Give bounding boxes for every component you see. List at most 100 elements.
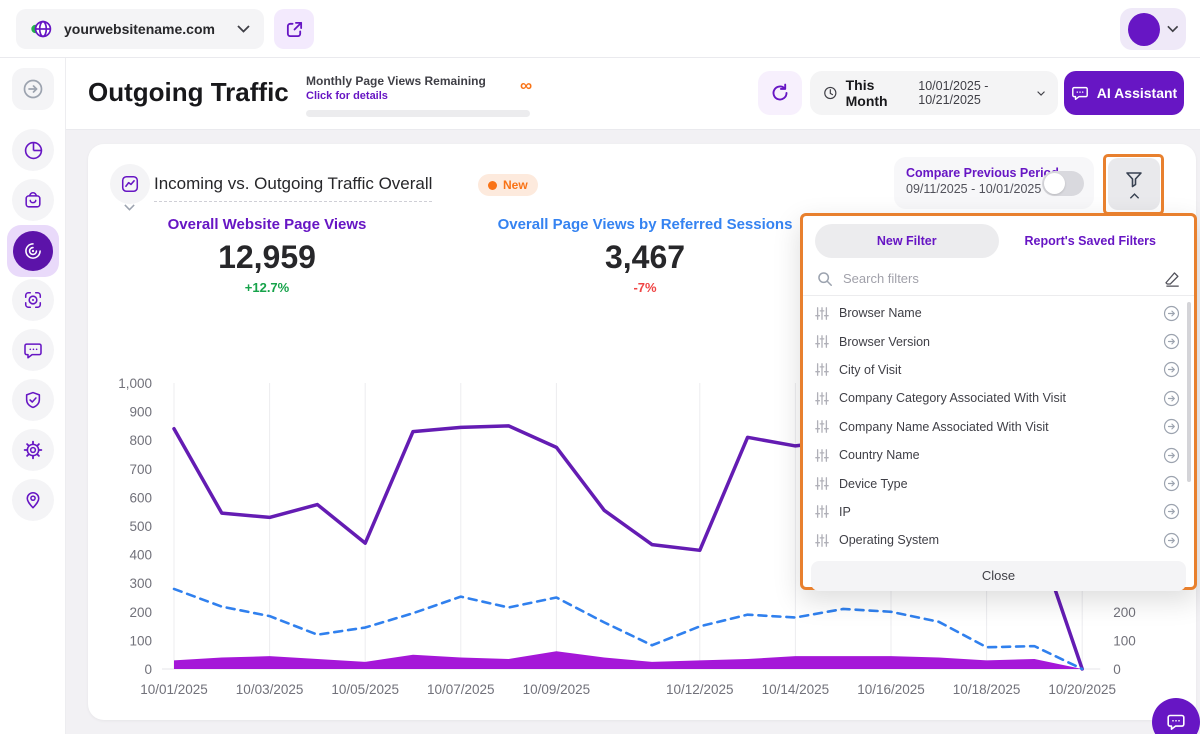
quota-label: Monthly Page Views Remaining [306, 74, 536, 88]
svg-text:200: 200 [1113, 605, 1136, 620]
filter-item-label: IP [839, 505, 1153, 519]
close-button[interactable]: Close [811, 561, 1186, 591]
filter-item[interactable]: Browser Version [815, 327, 1180, 355]
svg-text:0: 0 [1113, 662, 1121, 677]
filter-tabs: New Filter Report's Saved Filters [815, 224, 1182, 258]
filter-item[interactable]: Device Type [815, 469, 1180, 497]
arrow-right-circle-icon[interactable] [1163, 447, 1180, 464]
svg-text:500: 500 [129, 519, 152, 534]
sliders-icon [815, 533, 829, 548]
sidebar-item-dashboard[interactable] [12, 129, 54, 171]
sliders-icon [815, 334, 829, 349]
svg-text:200: 200 [129, 605, 152, 620]
dashboard-pie-icon [23, 140, 44, 161]
ecommerce-bag-icon [23, 190, 43, 210]
stat-delta: -7% [493, 280, 797, 295]
arrow-right-circle-icon[interactable] [1163, 418, 1180, 435]
search-icon [817, 271, 833, 287]
stat-delta: +12.7% [145, 280, 389, 295]
refresh-button[interactable] [758, 71, 802, 115]
website-selector[interactable]: yourwebsitename.com [16, 9, 264, 49]
sidebar-item-ecommerce[interactable] [12, 179, 54, 221]
external-link-icon [285, 20, 304, 39]
arrow-right-circle-icon[interactable] [1163, 475, 1180, 492]
stat-value: 3,467 [493, 239, 797, 276]
arrow-right-circle-icon[interactable] [1163, 333, 1180, 350]
app-root: yourwebsitename.com [0, 0, 1200, 734]
page-title: Outgoing Traffic [88, 77, 289, 108]
tab-saved-filters[interactable]: Report's Saved Filters [999, 224, 1183, 258]
svg-text:10/07/2025: 10/07/2025 [427, 682, 495, 697]
user-menu[interactable] [1120, 8, 1186, 50]
svg-text:800: 800 [129, 433, 152, 448]
filter-item[interactable]: Country Name [815, 441, 1180, 469]
sidebar-item-privacy[interactable] [12, 379, 54, 421]
top-bar: yourwebsitename.com [0, 0, 1200, 58]
stat-referred-sessions: Overall Page Views by Referred Sessions … [493, 216, 797, 295]
clear-filters-eraser-icon[interactable] [1163, 270, 1180, 287]
sidebar [0, 58, 66, 734]
stat-label: Overall Page Views by Referred Sessions [493, 216, 797, 233]
svg-text:10/03/2025: 10/03/2025 [236, 682, 304, 697]
analytics-radar-icon [23, 241, 43, 261]
sliders-icon [815, 476, 829, 491]
arrow-right-circle-icon[interactable] [1163, 390, 1180, 407]
sliders-icon [815, 419, 829, 434]
sliders-icon [815, 504, 829, 519]
stat-page-views: Overall Website Page Views 12,959 +12.7% [145, 216, 389, 295]
filter-item[interactable]: Browser Name [815, 299, 1180, 327]
arrow-right-circle-icon[interactable] [1163, 532, 1180, 549]
svg-text:300: 300 [129, 576, 152, 591]
filter-item[interactable]: City of Visit [815, 356, 1180, 384]
stat-value: 12,959 [145, 239, 389, 276]
quota-progress-bar [306, 110, 530, 117]
svg-text:10/20/2025: 10/20/2025 [1048, 682, 1116, 697]
avatar [1128, 13, 1160, 46]
filter-item[interactable]: Company Category Associated With Visit [815, 384, 1180, 412]
filter-search-row [803, 262, 1194, 296]
card-title: Incoming vs. Outgoing Traffic Overall [154, 174, 432, 202]
sidebar-item-settings[interactable] [12, 429, 54, 471]
filter-item[interactable]: Operating System [815, 526, 1180, 554]
filter-item-label: Browser Name [839, 306, 1153, 320]
svg-text:100: 100 [1113, 633, 1136, 648]
search-filters-input[interactable] [843, 271, 1153, 286]
svg-text:0: 0 [144, 662, 152, 677]
widget-icon-button[interactable] [110, 164, 150, 204]
chat-bubble-icon [1165, 711, 1187, 733]
compare-toggle[interactable] [1042, 171, 1084, 196]
open-website-button[interactable] [274, 9, 314, 49]
stat-label: Overall Website Page Views [145, 216, 389, 233]
ai-assistant-button[interactable]: AI Assistant [1064, 71, 1184, 115]
period-range: 10/01/2025 - 10/21/2025 [918, 79, 1029, 107]
sidebar-item-location[interactable] [12, 479, 54, 521]
filter-item[interactable]: IP [815, 498, 1180, 526]
sidebar-item-outgoing-toggle[interactable] [12, 68, 54, 110]
filter-item[interactable]: Company Name Associated With Visit [815, 413, 1180, 441]
filter-button[interactable] [1108, 158, 1160, 210]
filter-item-label: City of Visit [839, 363, 1153, 377]
quota-details-link[interactable]: Click for details [306, 90, 536, 102]
arrow-right-circle-icon[interactable] [1163, 503, 1180, 520]
chevron-down-icon[interactable] [124, 204, 135, 211]
sidebar-item-visitor-recordings[interactable] [12, 279, 54, 321]
sidebar-item-web-analytics-active[interactable] [7, 225, 59, 277]
svg-text:600: 600 [129, 490, 152, 505]
tab-new-filter[interactable]: New Filter [815, 224, 999, 258]
communication-chat-icon [23, 340, 43, 360]
filter-item-label: Browser Version [839, 335, 1153, 349]
badge-label: New [503, 178, 528, 192]
badge-dot-icon [488, 181, 497, 190]
arrow-right-circle-icon[interactable] [1163, 305, 1180, 322]
panel-scrollbar[interactable] [1187, 302, 1191, 482]
svg-text:10/12/2025: 10/12/2025 [666, 682, 734, 697]
arrow-right-circle-icon[interactable] [1163, 361, 1180, 378]
svg-text:10/14/2025: 10/14/2025 [762, 682, 830, 697]
sliders-icon [815, 391, 829, 406]
filter-item-label: Device Type [839, 477, 1153, 491]
sidebar-item-communication[interactable] [12, 329, 54, 371]
chevron-up-icon [1129, 193, 1140, 199]
sliders-icon [815, 362, 829, 377]
date-range-selector[interactable]: This Month 10/01/2025 - 10/21/2025 [810, 71, 1058, 115]
ai-chat-icon [1071, 84, 1089, 102]
